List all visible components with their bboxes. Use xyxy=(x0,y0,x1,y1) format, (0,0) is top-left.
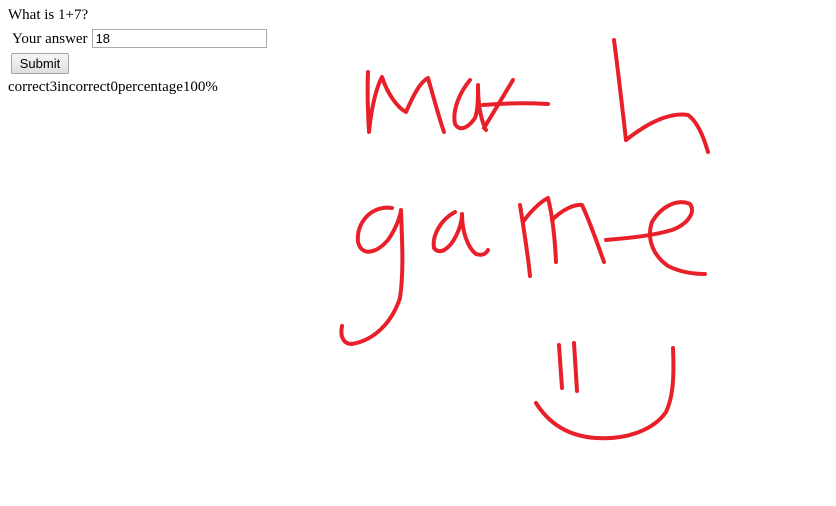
ink-stroke xyxy=(557,343,564,390)
ink-stroke xyxy=(624,112,710,154)
math-game-drawing xyxy=(339,38,710,441)
ink-stroke xyxy=(534,346,676,441)
ink-stroke xyxy=(612,38,628,142)
handwritten-math xyxy=(365,38,710,154)
ink-stroke xyxy=(604,200,707,276)
ink-stroke xyxy=(431,210,490,257)
handwritten-game xyxy=(339,196,707,346)
ink-stroke xyxy=(365,70,446,134)
ink-stroke xyxy=(481,101,550,107)
smiley-face xyxy=(534,341,676,441)
ink-stroke xyxy=(550,202,606,264)
ink-stroke xyxy=(572,341,579,393)
ink-stroke xyxy=(339,205,405,346)
